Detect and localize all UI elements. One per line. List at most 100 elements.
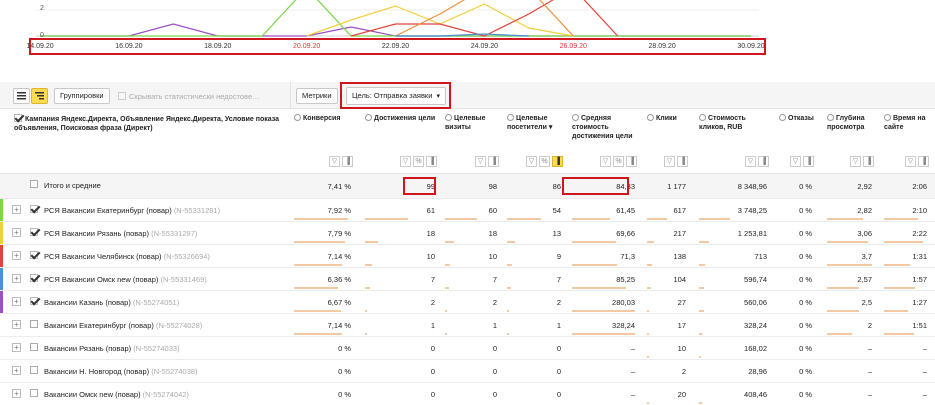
column-chart-icon[interactable]: ▐ [758,156,769,167]
column-chart-radio[interactable] [827,114,834,121]
column-chart-icon[interactable]: ▐ [863,156,874,167]
table-row[interactable]: + Вакансии Рязань (повар) (N-55274033) 0 %… [0,337,935,360]
expand-icon[interactable]: + [12,274,21,283]
table-row[interactable]: + РСЯ Вакансии Екатеринбург (повар) (N-55… [0,199,935,222]
metric-bar [445,287,449,289]
column-header[interactable]: Глубина просмотра [827,114,876,132]
metric-cell: 18 [488,229,497,238]
expand-icon[interactable]: + [12,389,21,398]
column-chart-radio[interactable] [572,114,579,121]
expand-icon[interactable]: + [12,297,21,306]
column-chart-icon[interactable]: ▐ [803,156,814,167]
filter-icon[interactable]: ▽ [850,156,861,167]
percent-icon[interactable]: % [613,156,624,167]
column-header-label: Клики [656,115,677,122]
column-chart-icon[interactable]: ▐ [677,156,688,167]
column-header[interactable]: Целевые визиты [445,114,501,132]
percent-icon[interactable]: % [413,156,424,167]
table-row[interactable]: + Вакансии Екатеринбург (повар) (N-552740… [0,314,935,337]
metric-bar [365,218,409,220]
row-checkbox[interactable] [30,205,38,213]
column-header[interactable]: Целевые посетители ▾ [507,114,565,132]
metric-cell: 0 [492,390,497,399]
row-checkbox[interactable] [30,274,38,282]
column-chart-icon[interactable]: ▐ [626,156,637,167]
column-header[interactable]: Стоимость кликов, RUB [699,114,771,132]
table-row[interactable]: + РСЯ Вакансии Челябинск (повар) (N-55326… [0,245,935,268]
metric-cell: 0 [430,390,435,399]
filter-icon[interactable]: ▽ [526,156,537,167]
expand-icon[interactable]: + [12,343,21,352]
column-chart-radio[interactable] [884,114,891,121]
table-row[interactable]: + Вакансии Казань (повар) (N-55274051) 6,6… [0,291,935,314]
column-chart-radio[interactable] [365,114,372,121]
column-header[interactable]: Время на сайте [884,114,931,132]
metric-cell: 0 % [799,298,812,307]
metric-cell: 0 [430,344,435,353]
column-chart-icon[interactable]: ▐ [918,156,929,167]
hide-unreliable-checkbox[interactable] [118,92,126,100]
tree-view-button[interactable] [31,88,48,104]
goal-select[interactable]: Цель: Отправка заявки ▾ [346,87,447,105]
table-row[interactable]: + Вакансии Омск new (повар) (N-55274042) 0… [0,383,935,405]
column-chart-radio[interactable] [445,114,452,121]
totals-checkbox[interactable] [30,180,38,188]
list-view-button[interactable] [13,88,30,104]
expand-icon[interactable]: + [12,366,21,375]
filter-icon[interactable]: ▽ [790,156,801,167]
row-checkbox[interactable] [30,228,38,236]
filter-icon[interactable]: ▽ [600,156,611,167]
filter-icon[interactable]: ▽ [745,156,756,167]
row-checkbox[interactable] [30,297,38,305]
metric-bar [365,241,378,243]
filter-icon[interactable]: ▽ [329,156,340,167]
metric-bar [572,287,627,289]
dimension-column-header[interactable]: Кампания Яндекс.Директа, Объявление Янде… [14,114,282,133]
column-tools: ▽% ▐ [598,156,637,168]
row-checkbox[interactable] [30,389,38,397]
row-checkbox[interactable] [30,343,38,351]
column-chart-radio[interactable] [699,114,706,121]
column-header[interactable]: Достижения цели [365,114,439,123]
column-header[interactable]: Средняя стоимость достижения цели [572,114,639,141]
metric-bar [572,333,635,335]
row-checkbox[interactable] [30,366,38,374]
percent-icon[interactable]: % [539,156,550,167]
column-header[interactable]: Конверсия [294,114,355,123]
column-chart-radio[interactable] [507,114,514,121]
metrics-button[interactable]: Метрики [296,88,338,104]
metric-bar [507,287,512,289]
column-chart-icon[interactable]: ▐ [426,156,437,167]
table-row[interactable]: + РСЯ Вакансии Омск new (повар) (N-553314… [0,268,935,291]
column-header[interactable]: Отказы [779,114,816,123]
column-chart-icon[interactable]: ▐ [552,156,563,167]
series-line [40,23,751,37]
filter-icon[interactable]: ▽ [475,156,486,167]
metric-bar [699,333,702,335]
column-chart-icon[interactable]: ▐ [342,156,353,167]
metric-cell: 71,3 [620,252,635,261]
select-all-checkbox[interactable] [14,114,22,122]
expand-icon[interactable]: + [12,320,21,329]
column-chart-radio[interactable] [294,114,301,121]
column-tools: ▽% ▐ [398,156,437,168]
expand-icon[interactable]: + [12,228,21,237]
groupings-button[interactable]: Группировки [54,88,110,104]
column-chart-radio[interactable] [779,114,786,121]
column-chart-radio[interactable] [647,114,654,121]
metric-cell: 596,74 [744,275,767,284]
table-row[interactable]: + РСЯ Вакансии Рязань (повар) (N-55331297… [0,222,935,245]
filter-icon[interactable]: ▽ [400,156,411,167]
total-cell: 0 % [799,182,812,191]
row-checkbox[interactable] [30,251,38,259]
expand-icon[interactable]: + [12,205,21,214]
row-checkbox[interactable] [30,320,38,328]
table-row[interactable]: + Вакансии Н. Новгород (повар) (N-5527403… [0,360,935,383]
expand-icon[interactable]: + [12,251,21,260]
date-tick-label: 26.09.20 [559,43,587,50]
column-chart-icon[interactable]: ▐ [488,156,499,167]
row-name: РСЯ Вакансии Рязань (повар) (N-55331297) [44,229,197,238]
filter-icon[interactable]: ▽ [664,156,675,167]
filter-icon[interactable]: ▽ [905,156,916,167]
column-header[interactable]: Клики [647,114,690,123]
